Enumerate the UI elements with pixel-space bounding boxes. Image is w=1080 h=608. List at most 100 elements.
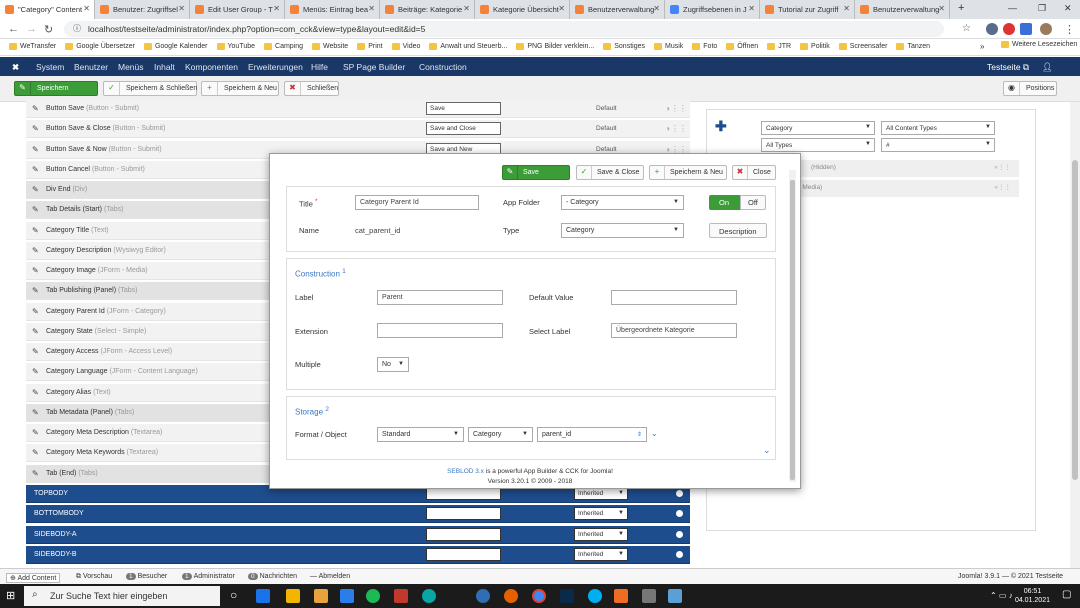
preview-link[interactable]: ⧉ Vorschau — [76, 573, 112, 581]
position-input[interactable] — [426, 507, 501, 521]
edit-pencil-icon[interactable]: ✎ — [32, 469, 39, 478]
field-select[interactable]: parent_id ⇕ — [537, 427, 647, 442]
bookmark-item[interactable]: Politik — [797, 39, 836, 55]
site-link[interactable]: Testseite ⧉ — [987, 62, 1029, 73]
field-value-input[interactable]: Save — [426, 102, 501, 115]
browser-tab[interactable]: Kategorie Übersicht ✕ — [475, 0, 570, 19]
edit-pencil-icon[interactable]: ✎ — [32, 226, 39, 235]
star-icon[interactable]: ☆ — [962, 23, 971, 34]
tab-close-icon[interactable]: ✕ — [463, 4, 470, 13]
bookmark-item[interactable]: Foto — [689, 39, 723, 55]
position-select[interactable]: Inherited ▼ — [574, 507, 628, 521]
bookmark-item[interactable]: JTR — [764, 39, 797, 55]
nav-components[interactable]: Komponenten — [185, 62, 238, 72]
position-toggle-icon[interactable] — [676, 490, 683, 497]
filter-type-select[interactable]: All Types ▼ — [761, 138, 875, 152]
position-row[interactable]: BOTTOMBODY Inherited ▼ — [26, 505, 690, 524]
bookmark-item[interactable]: Video — [389, 39, 427, 55]
position-toggle-icon[interactable] — [676, 530, 683, 538]
tray-icons[interactable]: ⌃ ▭ ♪ — [990, 591, 1013, 600]
expand-icon[interactable]: ⌄ — [651, 429, 658, 438]
app-icon-13[interactable] — [642, 589, 656, 603]
add-icon[interactable]: ✚ — [715, 118, 727, 135]
nav-content[interactable]: Inhalt — [154, 62, 175, 72]
position-toggle-icon[interactable] — [676, 550, 683, 558]
tab-close-icon[interactable]: ✕ — [368, 4, 375, 13]
tab-close-icon[interactable]: ✕ — [558, 4, 565, 13]
positions-button[interactable]: ◉ Positions — [1003, 81, 1057, 96]
tab-close-icon[interactable]: ✕ — [843, 4, 850, 13]
tab-close-icon[interactable]: ✕ — [748, 4, 755, 13]
field-row[interactable]: ✎ Button Save & Close (Button - Submit) Sa… — [26, 120, 690, 139]
nav-extensions[interactable]: Erweiterungen — [248, 62, 303, 72]
edit-pencil-icon[interactable]: ✎ — [32, 145, 39, 154]
bookmark-item[interactable]: Tanzen — [893, 39, 936, 55]
chrome-icon[interactable] — [532, 589, 546, 603]
grip-icon[interactable]: ◗⋮⋮ — [666, 124, 687, 133]
forward-icon[interactable]: → — [26, 23, 37, 35]
bookmark-item[interactable]: Print — [354, 39, 388, 55]
field-value-input[interactable]: Save and Close — [426, 122, 501, 136]
browser-tab[interactable]: Beiträge: Kategorie ✕ — [380, 0, 475, 19]
bookmark-item[interactable]: WeTransfer — [6, 39, 62, 55]
save-close-button[interactable]: ✓ Speichern & Schließen — [103, 81, 197, 96]
tab-close-icon[interactable]: ✕ — [178, 4, 185, 13]
modal-scrollbar[interactable] — [789, 170, 796, 482]
edit-pencil-icon[interactable]: ✎ — [32, 347, 39, 356]
extension-icon[interactable] — [986, 23, 998, 35]
clock[interactable]: 06:51 04.01.2021 — [1015, 587, 1050, 605]
edit-pencil-icon[interactable]: ✎ — [32, 307, 39, 316]
adblock-icon[interactable] — [1003, 23, 1015, 35]
edit-pencil-icon[interactable]: ✎ — [32, 104, 39, 113]
more-bookmarks-icon[interactable]: » — [980, 42, 984, 51]
edit-pencil-icon[interactable]: ✎ — [32, 266, 39, 275]
type-select[interactable]: Category ▼ — [561, 223, 684, 238]
modal-save-button[interactable]: ✎ Save — [502, 165, 570, 180]
tab-close-icon[interactable]: ✕ — [653, 4, 660, 13]
edit-pencil-icon[interactable]: ✎ — [32, 428, 39, 437]
bookmark-item[interactable]: Google Übersetzer — [62, 39, 141, 55]
modal-save-close-button[interactable]: ✓ Save & Close — [576, 165, 644, 180]
select-label-input[interactable]: Übergeordnete Kategorie — [611, 323, 737, 338]
bookmark-item[interactable]: Anwalt und Steuerb... — [426, 39, 513, 55]
position-row[interactable]: SIDEBODY-A Inherited ▼ — [26, 525, 690, 544]
edit-pencil-icon[interactable]: ✎ — [32, 448, 39, 457]
taskbar-search-input[interactable]: ⌕ Zur Suche Text hier eingeben — [24, 586, 220, 606]
nav-sp-page-builder[interactable]: SP Page Builder — [343, 62, 405, 72]
browser-tab[interactable]: Benutzerverwaltung ✕ — [855, 0, 950, 19]
position-input[interactable] — [426, 547, 501, 561]
nav-system[interactable]: System — [36, 62, 64, 72]
save-button[interactable]: ✎ Speichern — [14, 81, 98, 96]
back-icon[interactable]: ← — [8, 23, 19, 35]
published-on-toggle[interactable]: On — [709, 195, 740, 210]
tab-close-icon[interactable]: ✕ — [273, 4, 280, 13]
url-input[interactable]: ⓘ localhost/testseite/administrator/inde… — [64, 21, 944, 37]
title-input[interactable]: Category Parent Id — [355, 195, 479, 210]
reload-icon[interactable]: ↻ — [44, 23, 53, 36]
bookmark-item[interactable]: Camping — [261, 39, 309, 55]
storage-select[interactable]: Standard ▼ — [377, 427, 464, 442]
bookmark-item[interactable]: Website — [309, 39, 354, 55]
browser-tab[interactable]: Tutorial zur Zugriff ✕ — [760, 0, 855, 19]
edit-pencil-icon[interactable]: ✎ — [32, 388, 39, 397]
close-button[interactable]: ✖ Schließen — [284, 81, 339, 96]
save-new-button[interactable]: + Speichern & Neu — [201, 81, 279, 96]
profile-avatar[interactable] — [1040, 23, 1052, 35]
edit-pencil-icon[interactable]: ✎ — [32, 367, 39, 376]
scroll-down-icon[interactable]: ⌄ — [763, 445, 771, 456]
skype-icon[interactable] — [588, 589, 602, 603]
edit-pencil-icon[interactable]: ✎ — [32, 286, 39, 295]
firefox-icon[interactable] — [504, 589, 518, 603]
edit-pencil-icon[interactable]: ✎ — [32, 185, 39, 194]
logout-link[interactable]: — Abmelden — [310, 573, 350, 580]
maximize-icon[interactable]: ❐ — [1038, 3, 1046, 14]
modal-scrollbar-thumb[interactable] — [790, 180, 795, 480]
position-select[interactable]: Inherited ▼ — [574, 547, 628, 561]
edit-pencil-icon[interactable]: ✎ — [32, 327, 39, 336]
browser-tab[interactable]: Benutzer: Zugriffsel ✕ — [95, 0, 190, 19]
edit-pencil-icon[interactable]: ✎ — [32, 246, 39, 255]
field-row[interactable]: ✎ Button Save (Button - Submit) Save Defaul… — [26, 100, 690, 118]
notifications-icon[interactable]: ▢ — [1062, 589, 1071, 600]
edge-icon[interactable] — [422, 589, 436, 603]
admins-count[interactable]: 1 Administrator — [182, 573, 235, 580]
